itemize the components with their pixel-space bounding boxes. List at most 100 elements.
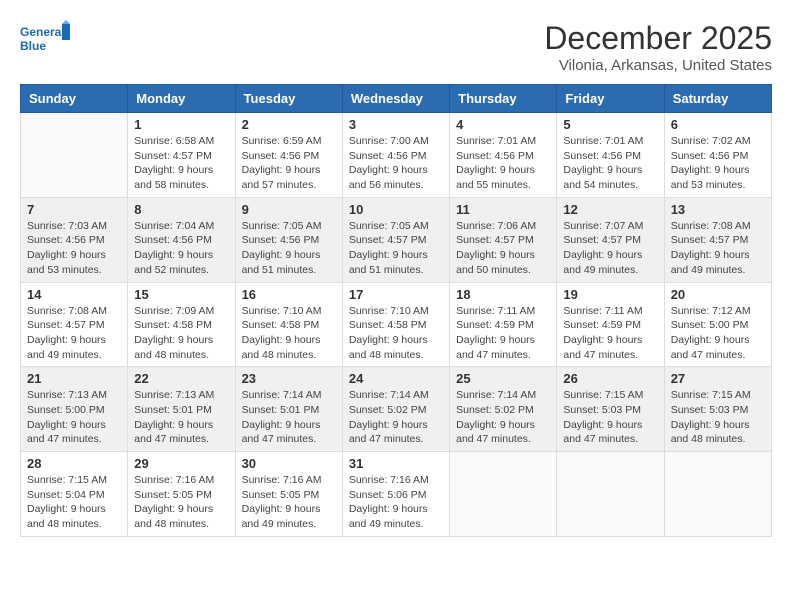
cell-info: Sunrise: 7:15 AMSunset: 5:03 PMDaylight:…	[563, 388, 657, 447]
cell-info: Sunrise: 7:08 AMSunset: 4:57 PMDaylight:…	[671, 219, 765, 278]
day-number: 27	[671, 371, 765, 386]
cell-info: Sunrise: 7:11 AMSunset: 4:59 PMDaylight:…	[563, 304, 657, 363]
calendar-cell: 1 Sunrise: 6:58 AMSunset: 4:57 PMDaylight…	[128, 113, 235, 198]
cell-info: Sunrise: 7:07 AMSunset: 4:57 PMDaylight:…	[563, 219, 657, 278]
day-number: 23	[242, 371, 336, 386]
day-number: 21	[27, 371, 121, 386]
day-number: 13	[671, 202, 765, 217]
calendar-cell: 5 Sunrise: 7:01 AMSunset: 4:56 PMDaylight…	[557, 113, 664, 198]
cell-info: Sunrise: 7:05 AMSunset: 4:57 PMDaylight:…	[349, 219, 443, 278]
day-number: 28	[27, 456, 121, 471]
calendar-cell: 22Sunrise: 7:13 AMSunset: 5:01 PMDayligh…	[128, 367, 235, 452]
cell-info: Sunrise: 7:12 AMSunset: 5:00 PMDaylight:…	[671, 304, 765, 363]
day-number: 4	[456, 117, 550, 132]
calendar-cell: 27 Sunrise: 7:15 AMSunset: 5:03 PMDayligh…	[664, 367, 771, 452]
location: Vilonia, Arkansas, United States	[544, 57, 772, 74]
cell-info: Sunrise: 7:08 AMSunset: 4:57 PMDaylight:…	[27, 304, 121, 363]
calendar-cell	[557, 452, 664, 537]
week-row-5: 28 Sunrise: 7:15 AMSunset: 5:04 PMDayligh…	[21, 452, 772, 537]
day-number: 2	[242, 117, 336, 132]
week-row-3: 14 Sunrise: 7:08 AMSunset: 4:57 PMDayligh…	[21, 282, 772, 367]
day-number: 31	[349, 456, 443, 471]
cell-info: Sunrise: 7:14 AMSunset: 5:02 PMDaylight:…	[349, 388, 443, 447]
cell-info: Sunrise: 7:06 AMSunset: 4:57 PMDaylight:…	[456, 219, 550, 278]
calendar-cell: 13 Sunrise: 7:08 AMSunset: 4:57 PMDayligh…	[664, 197, 771, 282]
col-header-saturday: Saturday	[664, 85, 771, 113]
cell-info: Sunrise: 7:02 AMSunset: 4:56 PMDaylight:…	[671, 134, 765, 193]
cell-info: Sunrise: 7:13 AMSunset: 5:00 PMDaylight:…	[27, 388, 121, 447]
logo: General Blue	[20, 20, 70, 60]
calendar-cell: 4 Sunrise: 7:01 AMSunset: 4:56 PMDaylight…	[450, 113, 557, 198]
calendar-cell: 15Sunrise: 7:09 AMSunset: 4:58 PMDayligh…	[128, 282, 235, 367]
cell-info: Sunrise: 7:15 AMSunset: 5:04 PMDaylight:…	[27, 473, 121, 532]
calendar-cell: 19 Sunrise: 7:11 AMSunset: 4:59 PMDayligh…	[557, 282, 664, 367]
week-row-2: 7Sunrise: 7:03 AMSunset: 4:56 PMDaylight…	[21, 197, 772, 282]
calendar-cell: 26Sunrise: 7:15 AMSunset: 5:03 PMDayligh…	[557, 367, 664, 452]
cell-info: Sunrise: 7:11 AMSunset: 4:59 PMDaylight:…	[456, 304, 550, 363]
cell-info: Sunrise: 6:58 AMSunset: 4:57 PMDaylight:…	[134, 134, 228, 193]
col-header-sunday: Sunday	[21, 85, 128, 113]
week-row-1: 1 Sunrise: 6:58 AMSunset: 4:57 PMDaylight…	[21, 113, 772, 198]
day-number: 9	[242, 202, 336, 217]
cell-info: Sunrise: 7:04 AMSunset: 4:56 PMDaylight:…	[134, 219, 228, 278]
day-number: 11	[456, 202, 550, 217]
day-number: 6	[671, 117, 765, 132]
calendar-cell	[664, 452, 771, 537]
calendar-cell: 31 Sunrise: 7:16 AMSunset: 5:06 PMDayligh…	[342, 452, 449, 537]
cell-info: Sunrise: 7:15 AMSunset: 5:03 PMDaylight:…	[671, 388, 765, 447]
calendar-cell: 18 Sunrise: 7:11 AMSunset: 4:59 PMDayligh…	[450, 282, 557, 367]
calendar: SundayMondayTuesdayWednesdayThursdayFrid…	[20, 84, 772, 537]
cell-info: Sunrise: 7:09 AMSunset: 4:58 PMDaylight:…	[134, 304, 228, 363]
cell-info: Sunrise: 7:10 AMSunset: 4:58 PMDaylight:…	[242, 304, 336, 363]
cell-info: Sunrise: 7:14 AMSunset: 5:02 PMDaylight:…	[456, 388, 550, 447]
calendar-cell: 7Sunrise: 7:03 AMSunset: 4:56 PMDaylight…	[21, 197, 128, 282]
calendar-cell: 6 Sunrise: 7:02 AMSunset: 4:56 PMDaylight…	[664, 113, 771, 198]
cell-info: Sunrise: 7:14 AMSunset: 5:01 PMDaylight:…	[242, 388, 336, 447]
cell-info: Sunrise: 7:01 AMSunset: 4:56 PMDaylight:…	[456, 134, 550, 193]
cell-info: Sunrise: 7:03 AMSunset: 4:56 PMDaylight:…	[27, 219, 121, 278]
cell-info: Sunrise: 7:00 AMSunset: 4:56 PMDaylight:…	[349, 134, 443, 193]
cell-info: Sunrise: 6:59 AMSunset: 4:56 PMDaylight:…	[242, 134, 336, 193]
svg-text:General: General	[20, 25, 65, 39]
calendar-cell: 10 Sunrise: 7:05 AMSunset: 4:57 PMDayligh…	[342, 197, 449, 282]
calendar-cell: 29 Sunrise: 7:16 AMSunset: 5:05 PMDayligh…	[128, 452, 235, 537]
calendar-cell: 3Sunrise: 7:00 AMSunset: 4:56 PMDaylight…	[342, 113, 449, 198]
day-number: 8	[134, 202, 228, 217]
cell-info: Sunrise: 7:16 AMSunset: 5:05 PMDaylight:…	[134, 473, 228, 532]
title-area: December 2025 Vilonia, Arkansas, United …	[544, 20, 772, 74]
col-header-wednesday: Wednesday	[342, 85, 449, 113]
calendar-cell: 21 Sunrise: 7:13 AMSunset: 5:00 PMDayligh…	[21, 367, 128, 452]
day-number: 10	[349, 202, 443, 217]
cell-info: Sunrise: 7:10 AMSunset: 4:58 PMDaylight:…	[349, 304, 443, 363]
day-number: 14	[27, 287, 121, 302]
day-number: 17	[349, 287, 443, 302]
day-number: 19	[563, 287, 657, 302]
day-number: 5	[563, 117, 657, 132]
logo-svg: General Blue	[20, 20, 70, 60]
col-header-friday: Friday	[557, 85, 664, 113]
calendar-cell: 25Sunrise: 7:14 AMSunset: 5:02 PMDayligh…	[450, 367, 557, 452]
col-header-thursday: Thursday	[450, 85, 557, 113]
cell-info: Sunrise: 7:13 AMSunset: 5:01 PMDaylight:…	[134, 388, 228, 447]
day-number: 24	[349, 371, 443, 386]
col-header-monday: Monday	[128, 85, 235, 113]
calendar-cell: 8 Sunrise: 7:04 AMSunset: 4:56 PMDaylight…	[128, 197, 235, 282]
calendar-cell	[450, 452, 557, 537]
cell-info: Sunrise: 7:16 AMSunset: 5:06 PMDaylight:…	[349, 473, 443, 532]
day-number: 29	[134, 456, 228, 471]
header-row: SundayMondayTuesdayWednesdayThursdayFrid…	[21, 85, 772, 113]
day-number: 1	[134, 117, 228, 132]
calendar-cell: 12Sunrise: 7:07 AMSunset: 4:57 PMDayligh…	[557, 197, 664, 282]
calendar-cell: 23 Sunrise: 7:14 AMSunset: 5:01 PMDayligh…	[235, 367, 342, 452]
calendar-cell: 11 Sunrise: 7:06 AMSunset: 4:57 PMDayligh…	[450, 197, 557, 282]
day-number: 20	[671, 287, 765, 302]
svg-text:Blue: Blue	[20, 39, 46, 53]
day-number: 30	[242, 456, 336, 471]
calendar-cell: 14 Sunrise: 7:08 AMSunset: 4:57 PMDayligh…	[21, 282, 128, 367]
day-number: 18	[456, 287, 550, 302]
col-header-tuesday: Tuesday	[235, 85, 342, 113]
cell-info: Sunrise: 7:01 AMSunset: 4:56 PMDaylight:…	[563, 134, 657, 193]
calendar-cell: 20 Sunrise: 7:12 AMSunset: 5:00 PMDayligh…	[664, 282, 771, 367]
week-row-4: 21 Sunrise: 7:13 AMSunset: 5:00 PMDayligh…	[21, 367, 772, 452]
calendar-cell: 17 Sunrise: 7:10 AMSunset: 4:58 PMDayligh…	[342, 282, 449, 367]
